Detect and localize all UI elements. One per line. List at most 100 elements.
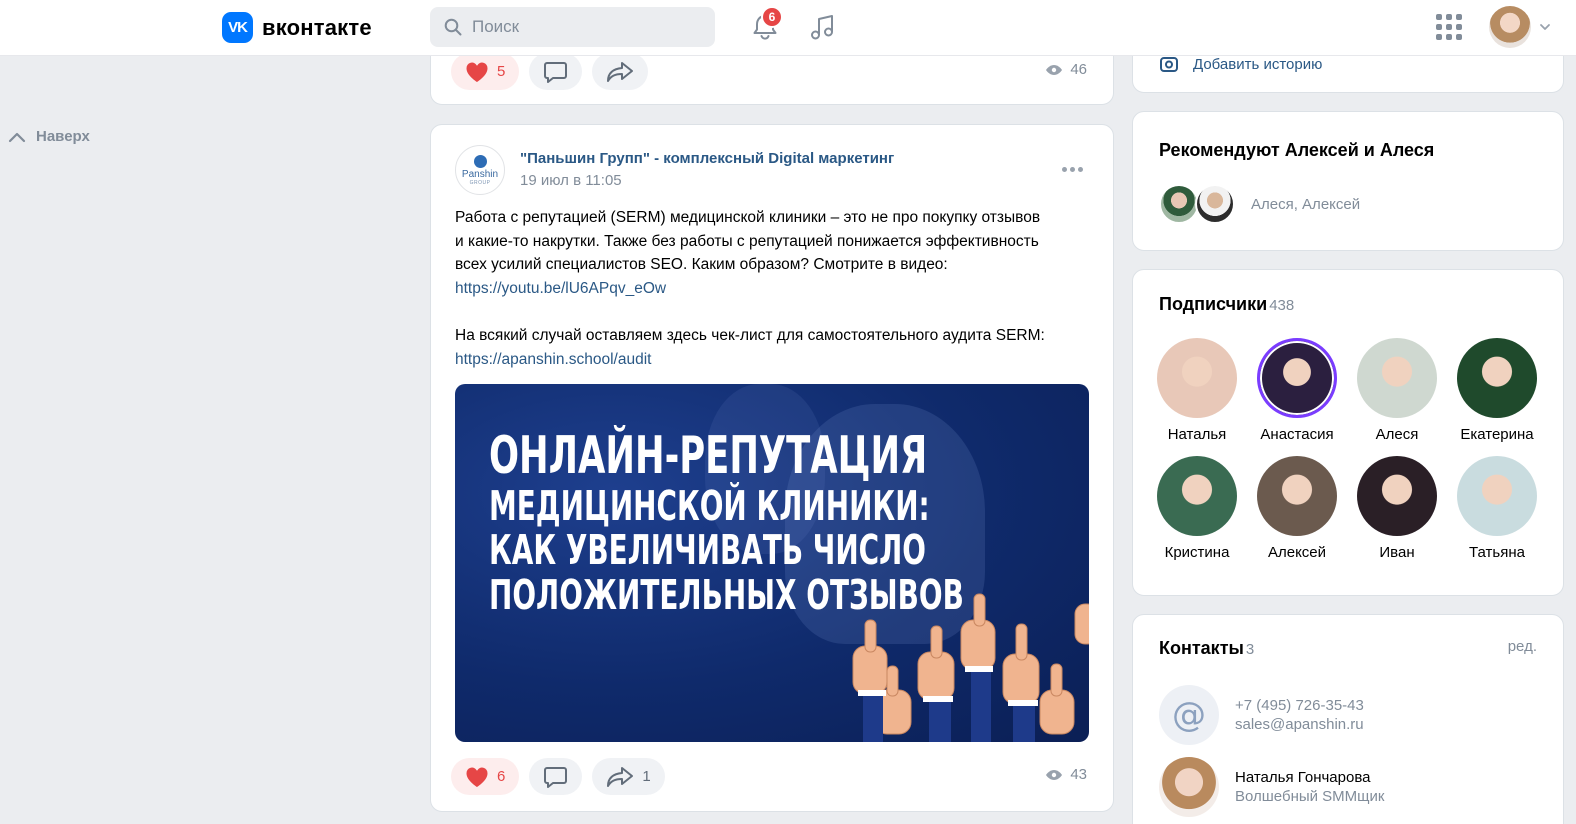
subscriber-item[interactable]: Наталья — [1147, 338, 1247, 443]
views-counter: 43 — [1045, 766, 1087, 783]
group-avatar-text: Panshin — [461, 168, 499, 180]
avatar[interactable] — [1457, 456, 1537, 536]
contact-row[interactable]: Наталья Гончарова Волшебный SMMщик — [1159, 757, 1384, 817]
avatar[interactable] — [1157, 338, 1237, 418]
search-box[interactable] — [430, 7, 715, 47]
add-story-label: Добавить историю — [1193, 55, 1323, 73]
avatar[interactable] — [1159, 757, 1219, 817]
contact-row[interactable]: @ +7 (495) 726-35-43 sales@apanshin.ru — [1159, 685, 1364, 745]
views-count: 43 — [1070, 766, 1087, 783]
eye-icon — [1046, 769, 1063, 780]
contacts-title-text: Контакты — [1159, 638, 1244, 658]
like-button[interactable]: 5 — [451, 53, 520, 90]
subscriber-name[interactable]: Кристина — [1165, 544, 1230, 561]
headline-line: медицинской клиники: — [489, 482, 930, 531]
music-icon[interactable] — [807, 11, 839, 43]
comment-button[interactable] — [529, 758, 583, 795]
scroll-up-label: Наверх — [36, 128, 90, 145]
email-at-icon: @ — [1159, 685, 1219, 745]
more-options-icon[interactable] — [1062, 167, 1083, 172]
subscribers-count: 438 — [1269, 297, 1295, 314]
scroll-up-button[interactable]: Наверх — [8, 128, 90, 145]
apps-grid-icon[interactable] — [1436, 14, 1462, 40]
subscriber-item[interactable]: Татьяна — [1447, 456, 1547, 561]
contacts-title[interactable]: Контакты 3 — [1159, 638, 1254, 659]
vk-logo[interactable]: VK вконтакте — [222, 12, 372, 43]
subscriber-item[interactable]: Екатерина — [1447, 338, 1547, 443]
avatar[interactable] — [1159, 184, 1199, 224]
subscriber-name[interactable]: Наталья — [1168, 426, 1227, 443]
views-counter: 46 — [1045, 61, 1087, 78]
scroll-up-area[interactable]: Наверх — [0, 56, 420, 824]
post-link-audit[interactable]: https://apanshin.school/audit — [455, 351, 651, 368]
group-avatar[interactable]: Panshin GROUP — [455, 145, 505, 195]
search-icon — [444, 18, 462, 36]
post-card: Panshin GROUP "Паньшин Групп" - комплекс… — [430, 124, 1114, 812]
avatar[interactable] — [1257, 456, 1337, 536]
subscriber-name[interactable]: Екатерина — [1460, 426, 1533, 443]
contact-email[interactable]: sales@apanshin.ru — [1235, 716, 1364, 733]
share-count: 1 — [642, 768, 651, 785]
image-headline: Онлайн-репутация медицинской клиники: ка… — [489, 428, 964, 617]
headline-line: положительных отзывов — [489, 570, 964, 619]
camera-icon — [1160, 57, 1178, 72]
contact-person-role: Волшебный SMMщик — [1235, 788, 1385, 805]
heart-icon — [466, 767, 488, 787]
post-text-line: всех усилий специалистов SEO. Каким обра… — [455, 256, 948, 273]
top-header: VK вконтакте 6 — [0, 0, 1576, 56]
avatar[interactable] — [1357, 456, 1437, 536]
contact-person-name[interactable]: Наталья Гончарова — [1235, 769, 1384, 786]
post-text-line: Работа с репутацией (SERM) медицинской к… — [455, 209, 1041, 226]
search-input[interactable] — [472, 17, 692, 37]
subscriber-name[interactable]: Татьяна — [1469, 544, 1525, 561]
comment-icon — [544, 766, 568, 788]
recommenders-avatars[interactable] — [1159, 184, 1235, 224]
contact-phone[interactable]: +7 (495) 726-35-43 — [1235, 697, 1364, 714]
recommendations-card: Рекомендуют Алексей и Алеся Алеся, Алекс… — [1132, 111, 1564, 251]
contacts-card: Контакты 3 ред. @ +7 (495) 726-35-43 sale… — [1132, 614, 1564, 824]
avatar[interactable] — [1357, 338, 1437, 418]
subscriber-item[interactable]: Анастасия — [1247, 338, 1347, 443]
like-button[interactable]: 6 — [451, 758, 520, 795]
subscriber-item[interactable]: Алексей — [1247, 456, 1347, 561]
recommendations-title: Рекомендуют Алексей и Алеся — [1159, 140, 1435, 160]
chevron-down-icon[interactable] — [1538, 20, 1552, 34]
subscribers-card: Подписчики 438 Наталья Анастасия Алеся Екате… — [1132, 269, 1564, 596]
recommenders-names[interactable]: Алеся, Алексей — [1251, 196, 1360, 213]
subscriber-item[interactable]: Кристина — [1147, 456, 1247, 561]
eye-icon — [1046, 64, 1063, 75]
notifications-badge: 6 — [761, 6, 783, 28]
avatar[interactable] — [1457, 338, 1537, 418]
avatar[interactable] — [1195, 184, 1235, 224]
subscribers-title[interactable]: Подписчики 438 — [1159, 294, 1294, 315]
share-button[interactable]: 1 — [592, 758, 665, 795]
vk-logo-icon: VK — [222, 12, 253, 43]
post-header: Panshin GROUP "Паньшин Групп" - комплекс… — [455, 145, 894, 195]
avatar[interactable] — [1157, 456, 1237, 536]
views-count: 46 — [1070, 61, 1087, 78]
subscriber-name[interactable]: Алексей — [1268, 544, 1326, 561]
vk-logo-text: вконтакте — [262, 14, 372, 40]
group-avatar-subtext: GROUP — [469, 179, 491, 186]
heart-icon — [466, 62, 488, 82]
post-text: Работа с репутацией (SERM) медицинской к… — [455, 206, 1095, 371]
post-image[interactable]: Онлайн-репутация медицинской клиники: ка… — [455, 384, 1089, 742]
subscriber-item[interactable]: Иван — [1347, 456, 1447, 561]
subscriber-name[interactable]: Алеся — [1376, 426, 1419, 443]
user-avatar[interactable] — [1489, 6, 1531, 48]
share-icon — [607, 61, 634, 82]
share-button[interactable] — [592, 53, 649, 90]
add-story-button[interactable]: Добавить историю — [1159, 55, 1322, 73]
post-author[interactable]: "Паньшин Групп" - комплексный Digital ма… — [520, 150, 894, 167]
comment-icon — [544, 61, 568, 83]
contacts-edit-link[interactable]: ред. — [1508, 638, 1537, 655]
subscriber-item[interactable]: Алеся — [1347, 338, 1447, 443]
subscribers-title-text: Подписчики — [1159, 294, 1268, 314]
post-link-youtube[interactable]: https://youtu.be/lU6APqv_eOw — [455, 280, 666, 297]
comment-button[interactable] — [529, 53, 583, 90]
subscriber-name[interactable]: Анастасия — [1260, 426, 1333, 443]
avatar[interactable] — [1257, 338, 1337, 418]
post-date[interactable]: 19 июл в 11:05 — [520, 172, 894, 189]
chevron-up-icon — [8, 132, 26, 142]
subscriber-name[interactable]: Иван — [1379, 544, 1414, 561]
